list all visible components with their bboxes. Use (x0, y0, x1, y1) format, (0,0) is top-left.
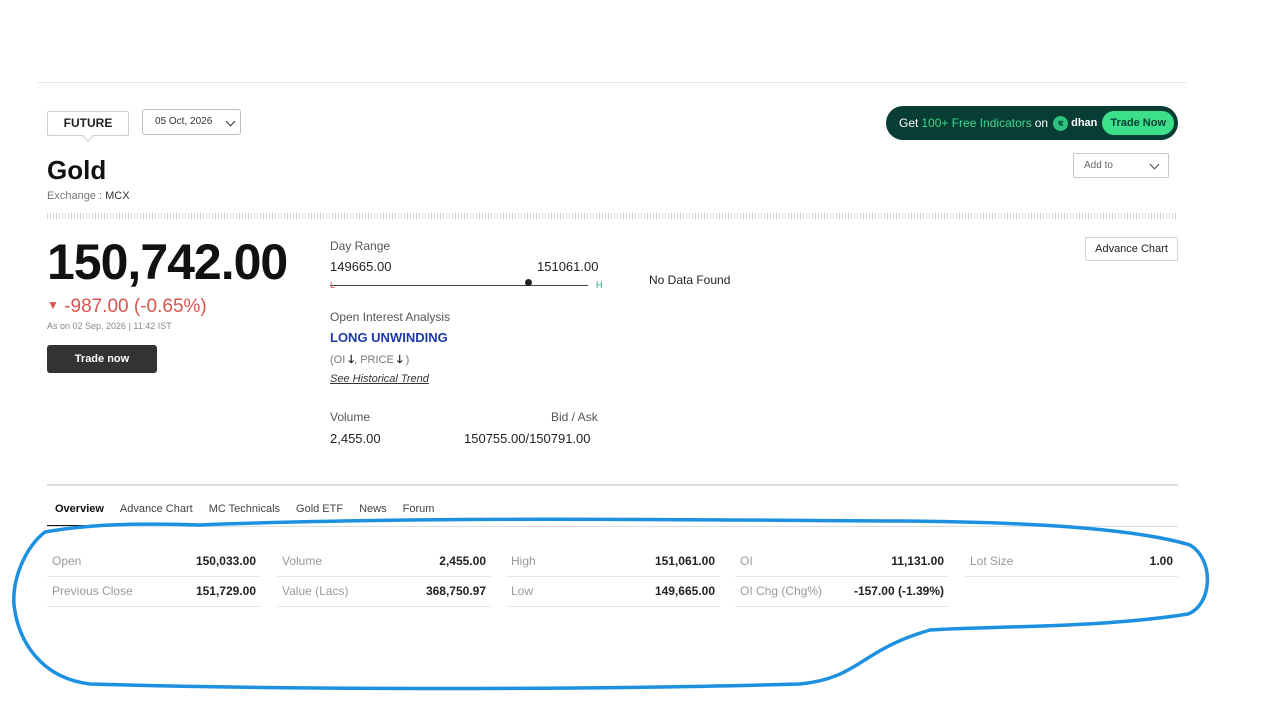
stat-label: High (511, 554, 536, 568)
tab-news[interactable]: News (351, 501, 395, 527)
volume-value: 2,455.00 (330, 431, 381, 446)
bid-ask-value: 150755.00/150791.00 (464, 431, 591, 446)
price-change: ▼ -987.00 (-0.65%) (47, 296, 207, 318)
day-range-label: Day Range (330, 239, 391, 253)
chevron-down-icon (225, 116, 236, 127)
promo-brand: dhan (1071, 117, 1098, 129)
stat-low: Low 149,665.00 (506, 578, 720, 607)
expiry-date-select[interactable]: 05 Oct, 2026 (142, 109, 241, 135)
stat-value: 11,131.00 (891, 554, 944, 568)
promo-on: on (1034, 116, 1049, 130)
future-tab-label: FUTURE (63, 116, 113, 130)
stat-value: -157.00 (-1.39%) (853, 584, 944, 598)
day-range-high-tag: H (596, 280, 603, 290)
tabs-divider (47, 526, 1178, 527)
stat-oi-change: OI Chg (Chg%) -157.00 (-1.39%) (735, 578, 949, 607)
promo-prefix: Get (899, 116, 919, 130)
volume-label: Volume (330, 410, 371, 424)
stat-label: OI (740, 554, 753, 568)
stat-value-lacs: Value (Lacs) 368,750.97 (277, 578, 491, 607)
stat-oi: OI 11,131.00 (735, 548, 949, 577)
oi-analysis-label: Open Interest Analysis (330, 310, 451, 324)
price-text: , PRICE (354, 354, 394, 366)
no-data-message: No Data Found (649, 273, 731, 287)
exchange-value: MCX (105, 190, 130, 202)
tab-overview[interactable]: Overview (47, 501, 112, 527)
exchange-info: Exchange : MCX (47, 190, 130, 202)
day-range-low-tag: L (330, 280, 336, 290)
add-to-dropdown[interactable]: Add to (1073, 153, 1169, 178)
dhan-logo-icon: ध (1053, 115, 1069, 131)
oi-status: LONG UNWINDING (330, 330, 448, 345)
stat-value: 368,750.97 (425, 584, 486, 598)
stat-previous-close: Previous Close 151,729.00 (47, 578, 261, 607)
stat-value: 150,033.00 (195, 554, 256, 568)
tab-gold-etf[interactable]: Gold ETF (288, 501, 351, 527)
stat-open: Open 150,033.00 (47, 548, 261, 577)
trade-now-button[interactable]: Trade now (47, 345, 157, 373)
tab-notch (82, 130, 94, 142)
day-range-track (330, 285, 588, 286)
down-triangle-icon: ▼ (47, 298, 59, 312)
day-range-low: 149665.00 (330, 259, 392, 274)
historical-trend-link[interactable]: See Historical Trend (330, 373, 429, 385)
stat-value: 1.00 (1149, 554, 1173, 568)
stat-label: Lot Size (970, 554, 1014, 568)
hatched-divider (47, 213, 1178, 219)
tab-advance-chart[interactable]: Advance Chart (112, 501, 201, 527)
day-range-high: 151061.00 (537, 259, 599, 274)
exchange-label: Exchange : (47, 190, 103, 202)
add-to-label: Add to (1084, 160, 1113, 171)
stat-label: Previous Close (52, 584, 133, 598)
promo-banner[interactable]: Get 100+ Free Indicators on ध dhan Trade… (886, 106, 1178, 140)
chevron-down-icon (1149, 159, 1160, 170)
stat-high: High 151,061.00 (506, 548, 720, 577)
stat-lot-size: Lot Size 1.00 (965, 548, 1178, 577)
price-change-value: -987.00 (-0.65%) (64, 296, 207, 317)
promo-highlight: 100+ Free Indicators (921, 116, 1032, 130)
top-divider (38, 82, 1186, 83)
section-divider (47, 484, 1178, 486)
arrow-down-icon: 🡓 (396, 354, 403, 366)
stat-volume: Volume 2,455.00 (277, 548, 491, 577)
stat-value: 151,061.00 (654, 554, 715, 568)
bid-ask-label: Bid / Ask (551, 410, 598, 424)
stat-label: Open (52, 554, 82, 568)
oi-text: (OI (330, 354, 346, 366)
detail-tabs: Overview Advance Chart MC Technicals Gol… (47, 501, 442, 527)
stat-label: Volume (282, 554, 323, 568)
stat-label: Low (511, 584, 534, 598)
oi-subtext: (OI 🡓, PRICE 🡓 ) (330, 351, 409, 370)
stat-label: Value (Lacs) (282, 584, 349, 598)
oi-close: ) (405, 354, 410, 366)
stat-value: 149,665.00 (654, 584, 715, 598)
promo-trade-now-button[interactable]: Trade Now (1102, 111, 1174, 135)
instrument-title: Gold (47, 155, 107, 185)
stat-value: 2,455.00 (439, 554, 486, 568)
future-tab[interactable]: FUTURE (47, 111, 129, 142)
advance-chart-button[interactable]: Advance Chart (1085, 237, 1178, 261)
tab-mc-technicals[interactable]: MC Technicals (201, 501, 288, 527)
as-on-timestamp: As on 02 Sep, 2026 | 11:42 IST (47, 321, 172, 331)
expiry-date-value: 05 Oct, 2026 (155, 116, 213, 127)
stat-label: OI Chg (Chg%) (740, 584, 823, 598)
stat-value: 151,729.00 (195, 584, 256, 598)
tab-forum[interactable]: Forum (395, 501, 443, 527)
last-price: 150,742.00 (47, 234, 288, 290)
